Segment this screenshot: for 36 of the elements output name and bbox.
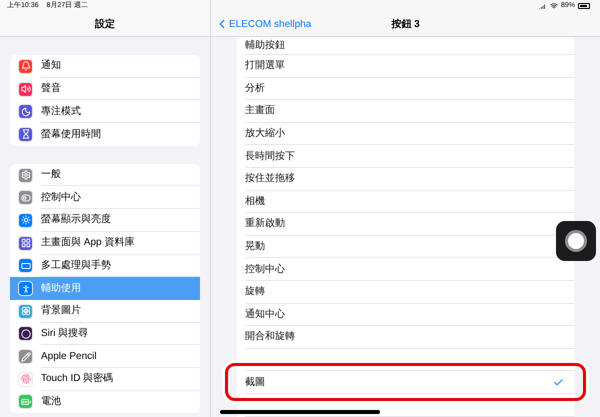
back-button[interactable]: ELECOM shellpha	[211, 16, 312, 32]
sidebar-item[interactable]: 一般	[10, 164, 200, 186]
option-label[interactable]: 輔助按鈕	[245, 38, 285, 53]
sidebar-item[interactable]: 專注模式	[10, 100, 200, 124]
option-label[interactable]: 打開選單	[245, 58, 285, 74]
sidebar-item[interactable]: Siri 與搜尋	[10, 322, 200, 346]
sidebar-item[interactable]: 背景圖片	[10, 300, 200, 323]
sidebar-title: 設定	[95, 17, 115, 32]
assistive-touch-button[interactable]	[556, 221, 596, 261]
sidebar-item[interactable]: 聲音	[10, 78, 200, 100]
sidebar-item[interactable]: 螢幕顯示與亮度	[10, 209, 200, 232]
option-label[interactable]: 放大縮小	[245, 126, 285, 142]
detail-title: 按鈕 3	[391, 18, 420, 32]
option-label[interactable]: 重新啟動	[245, 216, 285, 232]
signal-icon	[538, 2, 547, 10]
option-label[interactable]: 分析	[245, 80, 265, 96]
battery-level-icon	[578, 3, 590, 9]
checkmark-icon	[553, 376, 564, 388]
option-label[interactable]: 控制中心	[245, 262, 285, 277]
option-label[interactable]: 按住並拖移	[245, 171, 295, 186]
option-label[interactable]: 主畫面	[245, 103, 275, 118]
wifi-icon	[550, 2, 558, 10]
sidebar-item[interactable]: 主畫面與 App 資料庫	[10, 232, 200, 254]
option-label[interactable]: 通知中心	[245, 306, 285, 322]
sidebar-item[interactable]: 螢幕使用時間	[10, 123, 200, 146]
sidebar-item[interactable]: 控制中心	[10, 186, 200, 210]
option-label[interactable]: 晃動	[245, 239, 265, 254]
option-label[interactable]: 旋轉	[245, 284, 265, 300]
sidebar-item[interactable]: Apple Pencil	[10, 345, 200, 368]
option-label[interactable]: 相機	[245, 194, 265, 209]
sidebar-item[interactable]: 電池	[10, 390, 200, 414]
sidebar-item[interactable]: Touch ID 與密碼	[10, 368, 200, 391]
sidebar-item[interactable]: 通知	[10, 55, 200, 78]
option-label[interactable]: 長時間按下	[245, 148, 295, 164]
option-label[interactable]: 截圖	[245, 374, 265, 390]
option-label[interactable]: 開合和旋轉	[245, 329, 295, 344]
